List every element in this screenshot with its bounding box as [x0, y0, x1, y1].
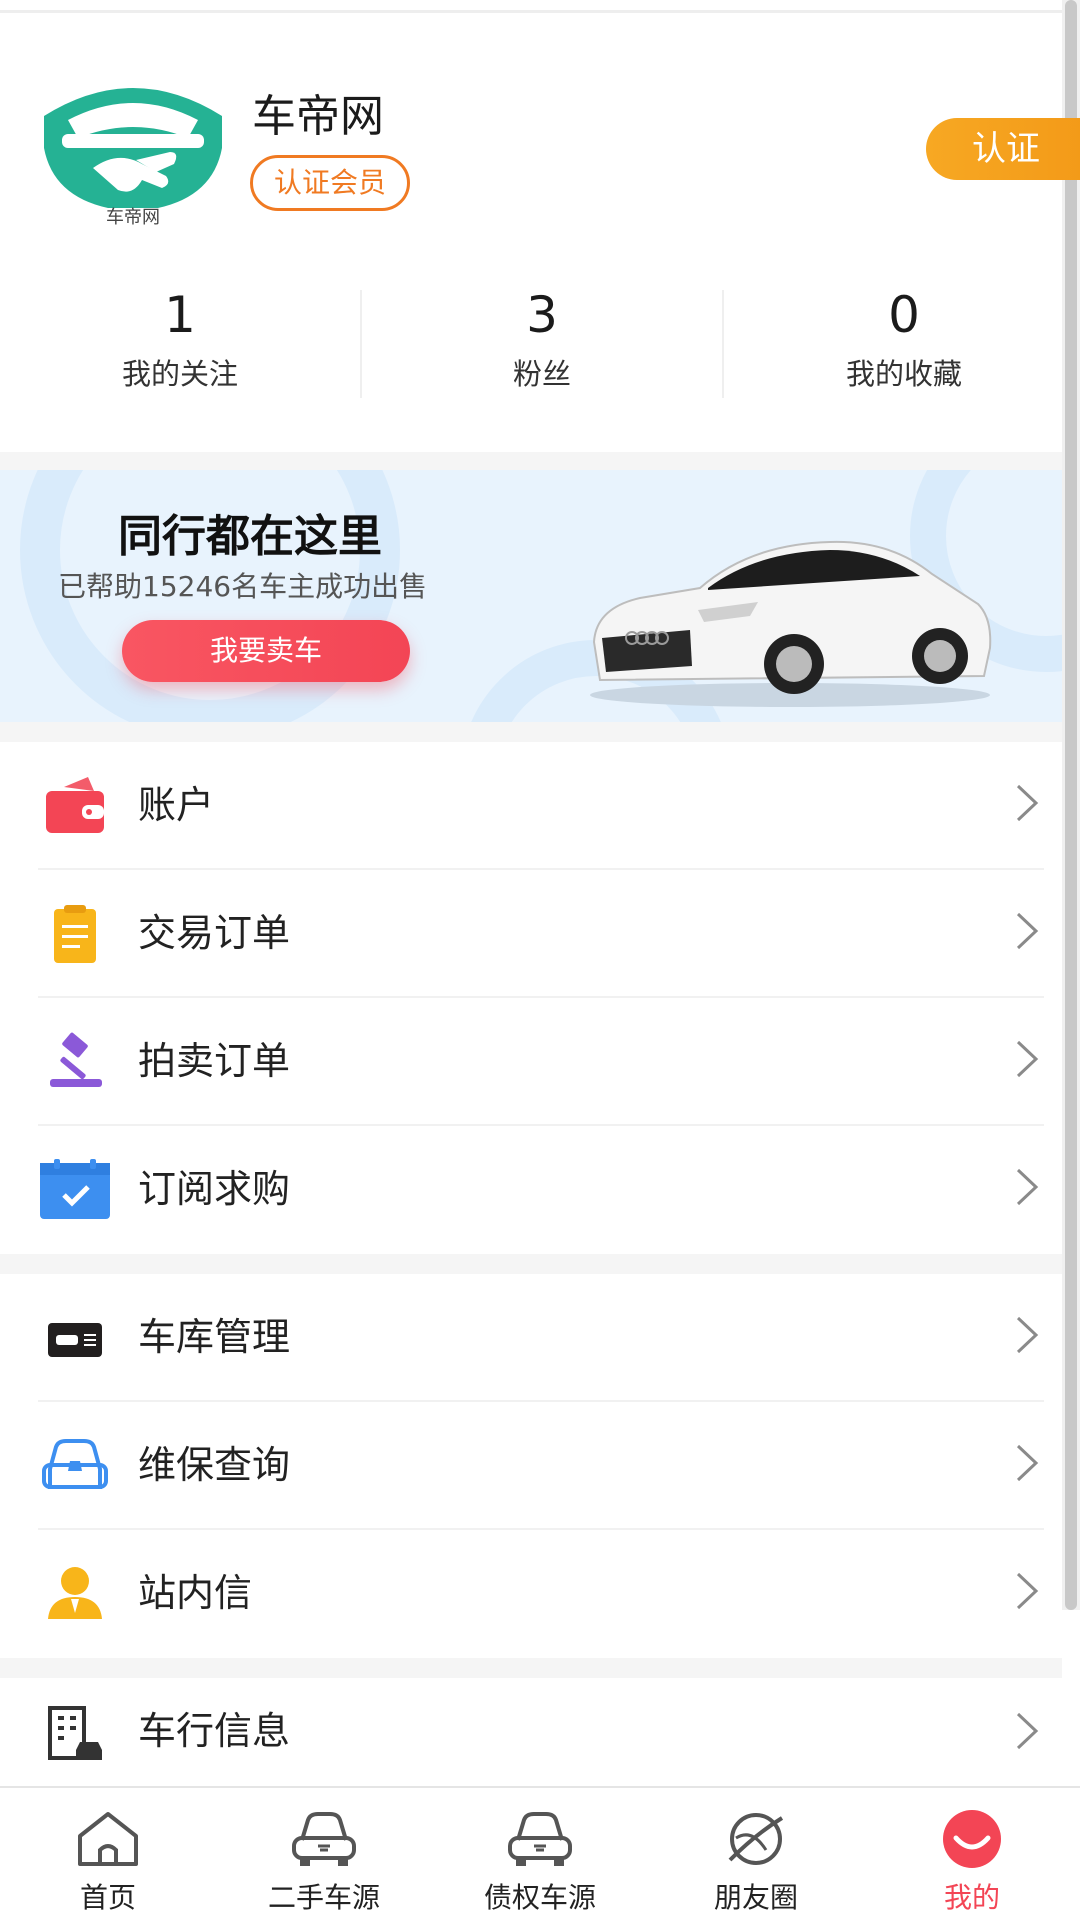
- menu-label: 交易订单: [138, 911, 291, 955]
- tab-moments[interactable]: 朋友圈: [648, 1788, 864, 1922]
- tab-home[interactable]: 首页: [0, 1788, 216, 1922]
- section-gap: [0, 1254, 1062, 1274]
- menu-item-subscriptions[interactable]: 订阅求购: [0, 1126, 1062, 1254]
- chevron-right-icon: [1016, 912, 1039, 950]
- menu-item-trade-orders[interactable]: 交易订单: [0, 870, 1062, 998]
- planet-icon: [728, 1813, 784, 1865]
- username: 车帝网: [252, 91, 384, 142]
- smile-icon: [943, 1810, 1001, 1868]
- section-gap: [0, 1658, 1062, 1678]
- stat-favorites-count: 0: [888, 286, 920, 344]
- brand-logo: 车帝网: [38, 68, 228, 228]
- menu-item-account[interactable]: 账户: [0, 742, 1062, 870]
- scrollbar[interactable]: [1062, 0, 1080, 1610]
- clipboard-icon: [54, 905, 96, 963]
- dealership-icon: [48, 1706, 102, 1760]
- stat-fans-label: 粉丝: [512, 357, 571, 391]
- garage-card-icon: [48, 1323, 102, 1357]
- car-image: [590, 540, 992, 707]
- home-icon: [78, 1812, 138, 1866]
- menu-item-messages[interactable]: 站内信: [0, 1530, 1062, 1658]
- menu-item-dealership-info[interactable]: 车行信息: [0, 1678, 1062, 1786]
- stat-following-count: 1: [164, 286, 196, 344]
- stat-favorites[interactable]: 0 我的收藏: [724, 285, 1080, 393]
- tab-label: 二手车源: [267, 1881, 380, 1914]
- menu-item-maintenance[interactable]: 维保查询: [0, 1402, 1062, 1530]
- menu-item-auction-orders[interactable]: 拍卖订单: [0, 998, 1062, 1126]
- menu-label: 车行信息: [138, 1709, 291, 1753]
- stat-fans-count: 3: [526, 286, 558, 344]
- tab-debt-cars[interactable]: 债权车源: [432, 1788, 648, 1922]
- banner-subtitle: 已帮助15246名车主成功出售: [58, 570, 428, 603]
- section-gap: [0, 452, 1062, 470]
- chevron-right-icon: [1016, 1168, 1039, 1206]
- menu-label: 维保查询: [138, 1443, 291, 1487]
- tab-label: 我的: [943, 1881, 1000, 1914]
- menu-label: 车库管理: [138, 1315, 291, 1359]
- tab-label: 债权车源: [483, 1881, 596, 1914]
- gavel-icon: [50, 1032, 102, 1087]
- tab-label: 首页: [79, 1881, 136, 1914]
- chevron-right-icon: [1016, 784, 1039, 822]
- chevron-right-icon: [1016, 1444, 1039, 1482]
- calendar-check-icon: [40, 1159, 110, 1219]
- menu-label: 拍卖订单: [138, 1039, 291, 1083]
- stat-fans[interactable]: 3 粉丝: [362, 285, 722, 393]
- stat-following[interactable]: 1 我的关注: [0, 285, 360, 393]
- stat-favorites-label: 我的收藏: [845, 357, 962, 391]
- menu-label: 站内信: [138, 1571, 253, 1615]
- menu-label: 订阅求购: [138, 1167, 291, 1211]
- certify-button[interactable]: 认证: [926, 118, 1080, 180]
- chevron-right-icon: [1016, 1040, 1039, 1078]
- sell-car-button[interactable]: 我要卖车: [122, 620, 410, 682]
- scrollbar-thumb[interactable]: [1065, 0, 1077, 1610]
- banner-title: 同行都在这里: [118, 511, 382, 562]
- chevron-right-icon: [1016, 1316, 1039, 1354]
- menu-label: 账户: [138, 783, 215, 827]
- car-icon: [292, 1812, 356, 1866]
- section-gap: [0, 722, 1062, 742]
- wallet-icon: [46, 777, 104, 833]
- tab-used-cars[interactable]: 二手车源: [216, 1788, 432, 1922]
- sell-car-banner[interactable]: 同行都在这里 已帮助15246名车主成功出售 我要卖车: [0, 470, 1062, 722]
- chevron-right-icon: [1016, 1572, 1039, 1610]
- menu-item-garage[interactable]: 车库管理: [0, 1274, 1062, 1402]
- top-divider: [0, 10, 1062, 13]
- user-message-icon: [48, 1567, 102, 1619]
- chevron-right-icon: [1016, 1712, 1039, 1750]
- car-maintenance-icon: [42, 1439, 108, 1489]
- tab-label: 朋友圈: [713, 1881, 798, 1914]
- svg-text:车帝网: 车帝网: [106, 207, 160, 228]
- tab-mine[interactable]: 我的: [864, 1788, 1080, 1922]
- stat-following-label: 我的关注: [121, 357, 238, 391]
- bottom-tab-bar: 首页 二手车源 债权车源 朋友圈 我的: [0, 1786, 1080, 1922]
- car-icon: [508, 1812, 572, 1866]
- certified-member-badge: 认证会员: [250, 155, 410, 211]
